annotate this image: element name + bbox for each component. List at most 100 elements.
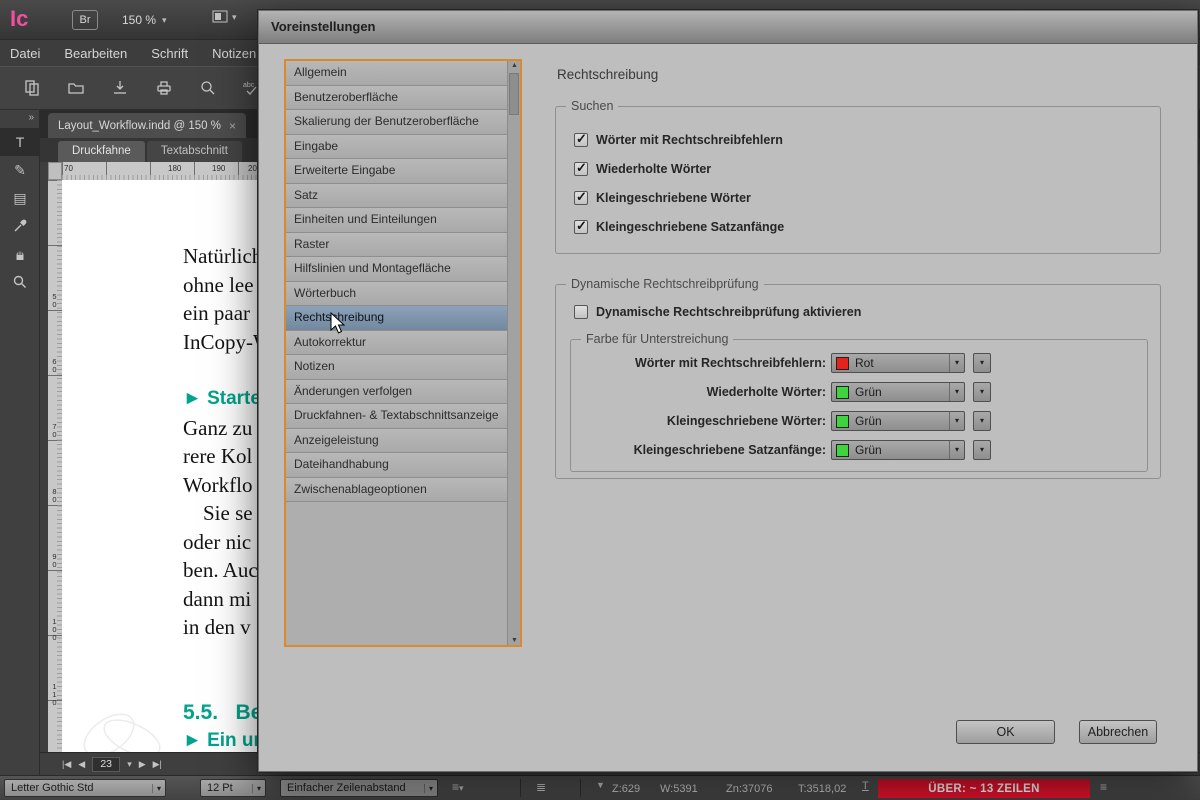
- color-dropdown-button[interactable]: ▾: [973, 353, 991, 373]
- menu-icon[interactable]: ≡: [1100, 780, 1107, 794]
- hand-icon: [16, 250, 24, 260]
- preference-category[interactable]: Rechtschreibung: [286, 306, 507, 331]
- ok-button[interactable]: OK: [956, 720, 1055, 744]
- zoom-tool[interactable]: [0, 268, 40, 296]
- preference-category[interactable]: Druckfahnen- & Textabschnittsanzeige: [286, 404, 507, 429]
- view-tab[interactable]: Textabschnitt: [146, 141, 242, 162]
- next-page-button[interactable]: ▶: [139, 759, 146, 770]
- tracking-icon[interactable]: ≡▾: [452, 780, 464, 794]
- preference-category[interactable]: Notizen: [286, 355, 507, 380]
- hand-tool[interactable]: [0, 240, 40, 268]
- preference-category[interactable]: Wörterbuch: [286, 281, 507, 306]
- preference-category[interactable]: Erweiterte Eingabe: [286, 159, 507, 184]
- screen-mode-button[interactable]: ▾: [212, 10, 237, 24]
- ruler-number: 60: [50, 357, 59, 373]
- incopy-app: Ic Br 150 % ▾ ▾ Datei Bearbeiten Schrift No…: [0, 0, 1200, 800]
- first-page-button[interactable]: |◀: [62, 759, 71, 770]
- dynamic-spellcheck-checkbox[interactable]: [574, 305, 588, 319]
- checkbox-label: Kleingeschriebene Satzanfänge: [596, 220, 785, 234]
- scroll-down-icon[interactable]: ▼: [508, 637, 521, 644]
- color-dropdown-button[interactable]: ▾: [973, 440, 991, 460]
- color-select[interactable]: Grün ▾: [831, 382, 965, 402]
- scrollbar-thumb[interactable]: [509, 73, 519, 115]
- search-icon[interactable]: [198, 78, 218, 98]
- color-select[interactable]: Rot ▾: [831, 353, 965, 373]
- baseline-icon: T: [862, 780, 869, 792]
- underline-color-group: Farbe für Unterstreichung Wörter mit Rec…: [570, 332, 1148, 472]
- open-folder-icon[interactable]: [66, 78, 86, 98]
- color-option-label: Wörter mit Rechtschreibfehlern:: [634, 356, 826, 370]
- font-size-select[interactable]: 12 Pt ▾: [200, 779, 266, 797]
- leading-select[interactable]: Einfacher Zeilenabstand ▾: [280, 779, 438, 797]
- stat-depth: T:3518,02: [798, 783, 847, 795]
- ruler-corner: [48, 162, 62, 180]
- chevron-down-icon[interactable]: ▾: [127, 759, 132, 770]
- ruler-number: 90: [50, 552, 59, 568]
- preference-category[interactable]: Satz: [286, 183, 507, 208]
- preference-category[interactable]: Zwischenablageoptionen: [286, 477, 507, 502]
- chevron-down-icon: ▾: [949, 383, 964, 401]
- menu-item[interactable]: Schrift: [151, 46, 188, 61]
- type-tool[interactable]: T: [0, 128, 40, 156]
- checkbox[interactable]: [574, 189, 588, 205]
- document-tab[interactable]: Layout_Workflow.indd @ 150 % ×: [48, 113, 246, 138]
- preference-category[interactable]: Einheiten und Einteilungen: [286, 208, 507, 233]
- chevron-down-icon: ▾: [252, 783, 265, 793]
- ruler-number: 110: [50, 682, 59, 706]
- color-value: Rot: [855, 356, 874, 370]
- close-icon[interactable]: ×: [229, 119, 236, 133]
- color-select[interactable]: Grün ▾: [831, 411, 965, 431]
- print-icon[interactable]: [154, 78, 174, 98]
- eyedropper-icon: [14, 219, 27, 232]
- dialog-titlebar[interactable]: Voreinstellungen: [259, 11, 1197, 44]
- preference-category[interactable]: Autokorrektur: [286, 330, 507, 355]
- bridge-button[interactable]: Br: [72, 10, 98, 30]
- view-tab[interactable]: Druckfahne: [58, 141, 145, 162]
- tools-panel: » T ✎ ▤: [0, 110, 40, 775]
- checkbox[interactable]: [574, 160, 588, 176]
- chevron-down-icon: ▾: [949, 441, 964, 459]
- preference-category[interactable]: Raster: [286, 232, 507, 257]
- panel-heading: Rechtschreibung: [557, 67, 659, 82]
- preference-category[interactable]: Benutzeroberfläche: [286, 85, 507, 110]
- checkbox[interactable]: [574, 218, 588, 234]
- menu-item[interactable]: Datei: [10, 46, 40, 61]
- menu-item[interactable]: Notizen: [212, 46, 256, 61]
- eyedropper-tool[interactable]: [0, 212, 40, 240]
- checkbox[interactable]: [574, 131, 588, 147]
- expand-panel-icon[interactable]: »: [0, 110, 39, 128]
- preference-category[interactable]: Änderungen verfolgen: [286, 379, 507, 404]
- page-number-field[interactable]: 23: [92, 756, 121, 772]
- preference-category[interactable]: Anzeigeleistung: [286, 428, 507, 453]
- pencil-tool[interactable]: ✎: [0, 156, 40, 184]
- color-swatch: [836, 356, 849, 370]
- previous-page-button[interactable]: ◀: [78, 759, 85, 770]
- mouse-cursor: [330, 312, 346, 334]
- last-page-button[interactable]: ▶|: [153, 759, 162, 770]
- preference-category[interactable]: Allgemein: [286, 61, 507, 86]
- color-dropdown-button[interactable]: ▾: [973, 382, 991, 402]
- cancel-button[interactable]: Abbrechen: [1079, 720, 1157, 744]
- color-dropdown-button[interactable]: ▾: [973, 411, 991, 431]
- checkbox-label: Kleingeschriebene Wörter: [596, 191, 751, 205]
- preference-category[interactable]: Skalierung der Benutzeroberfläche: [286, 110, 507, 135]
- color-option-label: Wiederholte Wörter:: [706, 385, 826, 399]
- preference-category[interactable]: Eingabe: [286, 134, 507, 159]
- new-document-icon[interactable]: [22, 78, 42, 98]
- scroll-up-icon[interactable]: ▲: [508, 62, 521, 69]
- zoom-level-dropdown[interactable]: 150 % ▾: [118, 10, 171, 30]
- save-icon[interactable]: [110, 78, 130, 98]
- font-family-select[interactable]: Letter Gothic Std ▾: [4, 779, 166, 797]
- ruler-number: 50: [50, 292, 59, 308]
- alignment-icon[interactable]: ≣: [536, 780, 546, 794]
- ruler-number: 20: [248, 164, 257, 173]
- color-option-row: Kleingeschriebene Satzanfänge: Grün ▾ ▾: [571, 440, 1147, 469]
- color-option-row: Kleingeschriebene Wörter: Grün ▾ ▾: [571, 411, 1147, 440]
- color-select[interactable]: Grün ▾: [831, 440, 965, 460]
- menu-item[interactable]: Bearbeiten: [64, 46, 127, 61]
- preference-category[interactable]: Dateihandhabung: [286, 453, 507, 478]
- preference-category[interactable]: Hilfslinien und Montagefläche: [286, 257, 507, 282]
- note-tool[interactable]: ▤: [0, 184, 40, 212]
- list-scrollbar[interactable]: ▲ ▼: [507, 61, 520, 645]
- ruler-number: 70: [50, 422, 59, 438]
